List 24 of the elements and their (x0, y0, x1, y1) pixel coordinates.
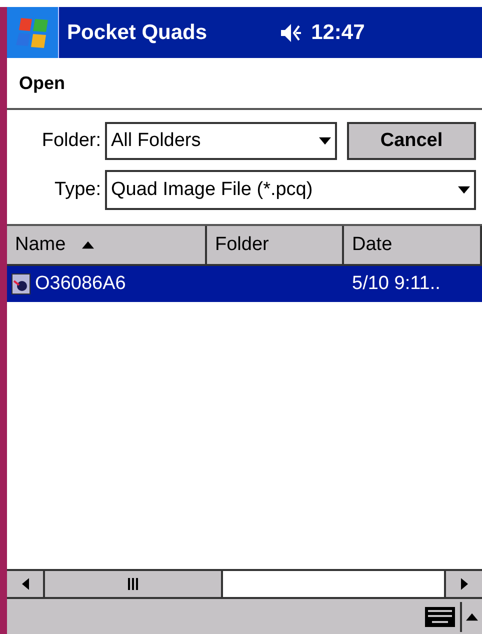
type-label: Type: (54, 178, 102, 202)
scroll-left-icon (22, 578, 28, 590)
column-header[interactable]: Name (7, 226, 207, 266)
file-row[interactable]: O36086A6 5/10 9:11.. (7, 266, 482, 302)
input-menu-arrow-icon (466, 612, 478, 620)
caret-icon (319, 137, 331, 145)
file-date: 5/10 9:11.. (351, 272, 440, 296)
folder-label: Folder: (40, 128, 102, 153)
cancel-button[interactable]: Cancel (347, 122, 476, 160)
dialog-title: Open (19, 72, 66, 95)
column-header[interactable]: Date (344, 226, 482, 266)
app-title: Pocket Quads (67, 20, 208, 46)
file-icon (11, 273, 31, 295)
keyboard-icon[interactable] (424, 606, 456, 628)
type-dropdown[interactable]: Quad Image File (*.pcq) (105, 170, 476, 210)
caret-icon (458, 186, 470, 194)
grip-icon (128, 578, 138, 590)
speaker-icon[interactable] (279, 22, 304, 42)
scroll-right-icon (460, 578, 468, 590)
file-name: O36086A6 (35, 272, 126, 296)
clock[interactable]: 12:47 (311, 16, 365, 48)
horizontal-scrollbar[interactable] (7, 569, 482, 597)
column-header[interactable]: Folder (207, 226, 344, 266)
folder-dropdown[interactable]: All Folders (105, 122, 337, 160)
